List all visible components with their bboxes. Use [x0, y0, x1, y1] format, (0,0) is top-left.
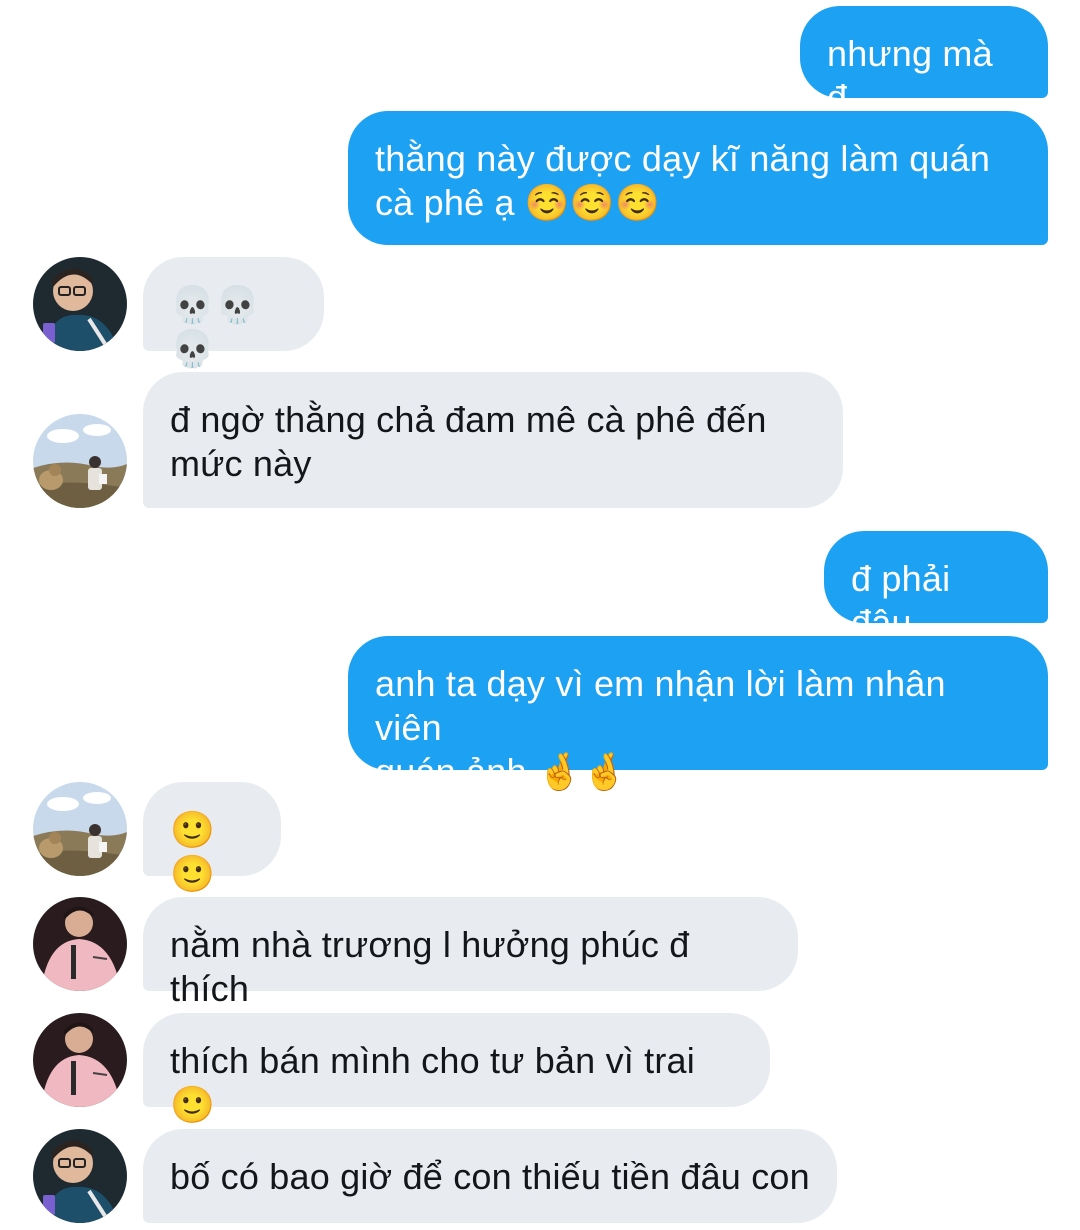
- message-bubble-incoming[interactable]: 💀💀💀: [143, 257, 324, 369]
- message-bubble-incoming[interactable]: nằm nhà trương l hưởng phúc đ thích: [143, 897, 798, 1009]
- message-bubble-incoming[interactable]: đ ngờ thằng chả đam mê cà phê đến mức nà…: [143, 372, 843, 508]
- message-bubble-outgoing[interactable]: anh ta dạy vì em nhận lời làm nhân viên …: [348, 636, 1048, 792]
- avatar[interactable]: [33, 257, 127, 351]
- message-bubble-outgoing[interactable]: đ phải đâu: [824, 531, 1048, 643]
- message-bubble-outgoing[interactable]: nhưng mà đ: [800, 6, 1048, 118]
- message-bubble-incoming[interactable]: 🙂🙂: [143, 782, 281, 894]
- avatar-pink-jacket-icon: [33, 1013, 127, 1107]
- avatar[interactable]: [33, 782, 127, 876]
- message-bubble-incoming[interactable]: bố có bao giờ để con thiếu tiền đâu con: [143, 1129, 837, 1223]
- message-bubble-outgoing[interactable]: thằng này được dạy kĩ năng làm quán cà p…: [348, 111, 1048, 245]
- message-bubble-incoming[interactable]: thích bán mình cho tư bản vì trai 🙂: [143, 1013, 770, 1125]
- avatar-pink-jacket-icon: [33, 897, 127, 991]
- avatar[interactable]: [33, 414, 127, 508]
- avatar-glasses-icon: [33, 257, 127, 351]
- avatar[interactable]: [33, 1013, 127, 1107]
- avatar-landscape-icon: [33, 414, 127, 508]
- avatar[interactable]: [33, 1129, 127, 1223]
- avatar[interactable]: [33, 897, 127, 991]
- avatar-glasses-icon: [33, 1129, 127, 1223]
- avatar-landscape-icon: [33, 782, 127, 876]
